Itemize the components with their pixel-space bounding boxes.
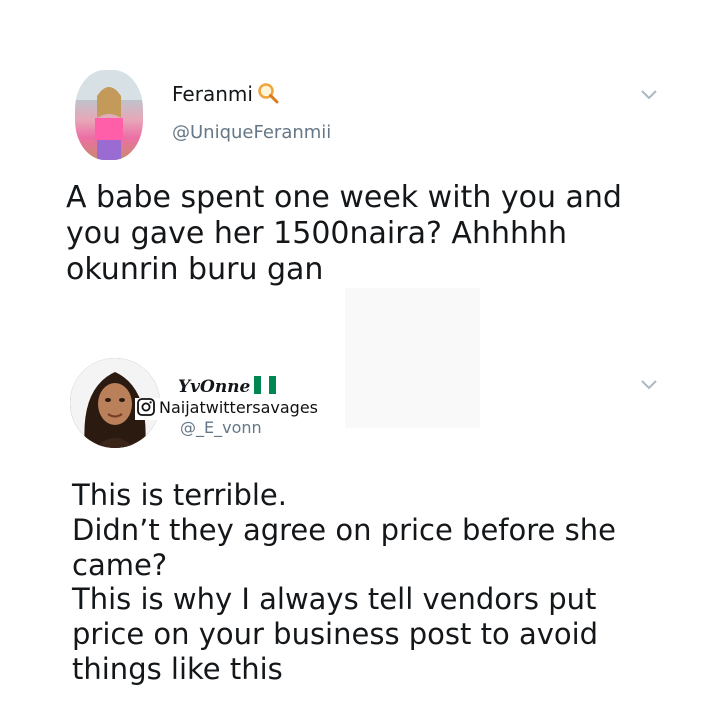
tweet-text-line: This is why I always tell vendors put <box>72 582 597 617</box>
tweet-text-line: This is terrible. <box>72 478 287 512</box>
watermark-text: Naijatwittersavages <box>159 398 318 417</box>
tweet-text-line: you gave her 1500naira? Ahhhhh <box>66 216 568 251</box>
tweet-text-line: A babe spent one week with you and <box>66 180 622 215</box>
tweet-text-line: came? <box>72 547 168 582</box>
avatar[interactable] <box>75 70 143 160</box>
nigeria-flag-emoji-icon <box>254 376 277 399</box>
display-name[interactable]: YvOnne <box>178 376 277 399</box>
background-watermark <box>345 288 480 428</box>
tweet-text-line: price on your business post to avoid <box>72 617 599 652</box>
handle[interactable]: @_E_vonn <box>180 418 262 437</box>
tweet-text-line: things like this <box>72 651 283 686</box>
tweet-text-line: Didn’t they agree on price before she <box>72 512 616 547</box>
display-name[interactable]: Feranmi <box>172 82 279 109</box>
handle[interactable]: @UniqueFeranmii <box>172 122 331 143</box>
tweet-text: This is terrible. Didn’t they agree on p… <box>72 478 652 687</box>
avatar-photo <box>75 70 143 160</box>
chevron-down-icon[interactable] <box>638 84 660 106</box>
chevron-down-icon[interactable] <box>638 374 660 396</box>
display-name-text[interactable]: YvOnne <box>178 377 250 397</box>
instagram-icon <box>137 398 155 420</box>
magnifying-glass-emoji-icon <box>257 82 279 109</box>
watermark-label: Naijatwittersavages <box>135 398 320 420</box>
display-name-text[interactable]: Feranmi <box>172 82 253 106</box>
tweet-text-line: okunrin buru gan <box>66 252 324 287</box>
tweet-text: A babe spent one week with you and you g… <box>66 180 626 288</box>
